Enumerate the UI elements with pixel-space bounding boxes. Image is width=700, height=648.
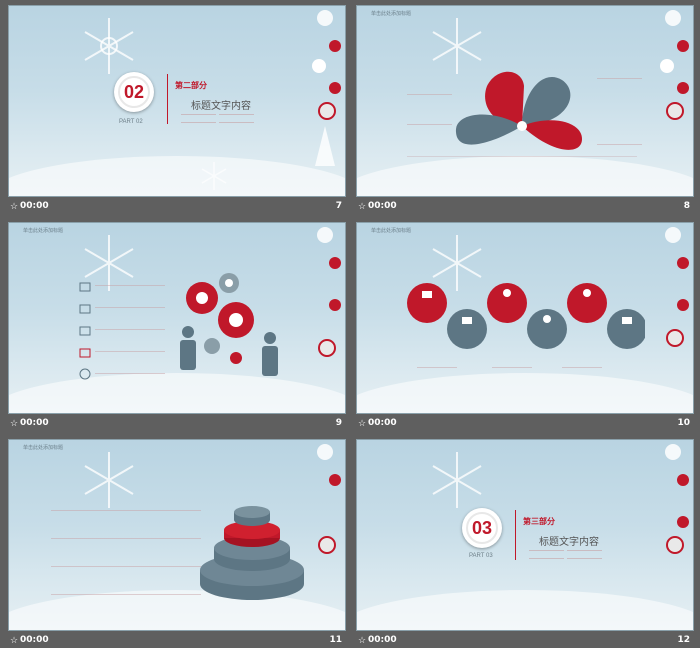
slide-thumbnail-8[interactable]: 单击此处添加标题 ☆ 00:00 8 (356, 5, 694, 217)
snowflake-icon (432, 452, 482, 508)
slide-number: 11 (329, 635, 342, 645)
slide-number: 9 (335, 418, 342, 428)
slide-thumbnail-7[interactable]: 02 PART 02 第二部分 标题文字内容 ☆ 00:00 7 (8, 5, 346, 217)
slide-timing: 00:00 (368, 418, 397, 428)
slide-header: 单击此处添加标题 (23, 445, 64, 451)
slide-timing: 00:00 (20, 418, 49, 428)
slide-thumbnail-12[interactable]: 03 PART 03 第三部分 标题文字内容 ☆ 00:00 12 (356, 439, 694, 648)
slide-8-canvas: 单击此处添加标题 (356, 5, 694, 197)
slide-header: 单击此处添加标题 (371, 228, 412, 234)
slide-number: 7 (335, 201, 342, 211)
gears-teamwork-illustration (180, 273, 278, 376)
icon-list (79, 282, 91, 380)
slide-timing: 00:00 (368, 635, 397, 645)
slide-sorter-grid: 02 PART 02 第二部分 标题文字内容 ☆ 00:00 7 单击此处添加标… (0, 0, 700, 648)
transition-icon: ☆ (10, 635, 19, 645)
section-title: 标题文字内容 (539, 537, 599, 548)
section-number-badge: 03 (462, 508, 502, 548)
section-label: 第二部分 (175, 81, 207, 90)
snowflake-icon (84, 18, 134, 74)
layered-pyramid-illustration (200, 506, 304, 600)
slide-9-canvas: 单击此处添加标题 (8, 222, 346, 414)
slide-12-canvas: 03 PART 03 第三部分 标题文字内容 (356, 439, 694, 631)
slide-thumbnail-11[interactable]: 单击此处添加标题 ☆ 00:00 11 (8, 439, 346, 648)
circle-timeline (407, 283, 645, 349)
slide-header: 单击此处添加标题 (371, 11, 412, 17)
part-label: PART 03 (469, 553, 493, 559)
christmas-ornaments-decoration (660, 10, 689, 120)
snowflake-icon (201, 162, 227, 190)
slide-7-canvas: 02 PART 02 第二部分 标题文字内容 (8, 5, 346, 197)
transition-icon: ☆ (358, 418, 367, 428)
slide-header: 单击此处添加标题 (23, 228, 64, 234)
snowflake-icon (84, 452, 134, 508)
slide-timing: 00:00 (20, 635, 49, 645)
petal-diagram (455, 71, 582, 150)
christmas-ornaments-decoration (317, 227, 341, 357)
slide-timing: 00:00 (20, 201, 49, 211)
slide-thumbnail-9[interactable]: 单击此处添加标题 ☆ 00:00 9 (8, 222, 346, 434)
transition-icon: ☆ (10, 201, 19, 211)
christmas-ornaments-decoration (317, 444, 341, 554)
transition-icon: ☆ (10, 418, 19, 428)
slide-number: 8 (683, 201, 690, 211)
slide-10-canvas: 单击此处添加标题 (356, 222, 694, 414)
slide-timing: 00:00 (368, 201, 397, 211)
section-number-badge: 02 (114, 72, 154, 112)
transition-icon: ☆ (358, 201, 367, 211)
christmas-ornaments-decoration (665, 227, 689, 347)
part-label: PART 02 (119, 119, 143, 125)
slide-number: 12 (677, 635, 690, 645)
slide-11-canvas: 单击此处添加标题 (8, 439, 346, 631)
section-title: 标题文字内容 (191, 101, 251, 112)
slide-thumbnail-10[interactable]: 单击此处添加标题 ☆ 00:00 10 (356, 222, 694, 434)
slide-number: 10 (677, 418, 690, 428)
christmas-ornaments-decoration (312, 10, 341, 166)
christmas-ornaments-decoration (665, 444, 689, 554)
section-label: 第三部分 (523, 517, 555, 526)
transition-icon: ☆ (358, 635, 367, 645)
